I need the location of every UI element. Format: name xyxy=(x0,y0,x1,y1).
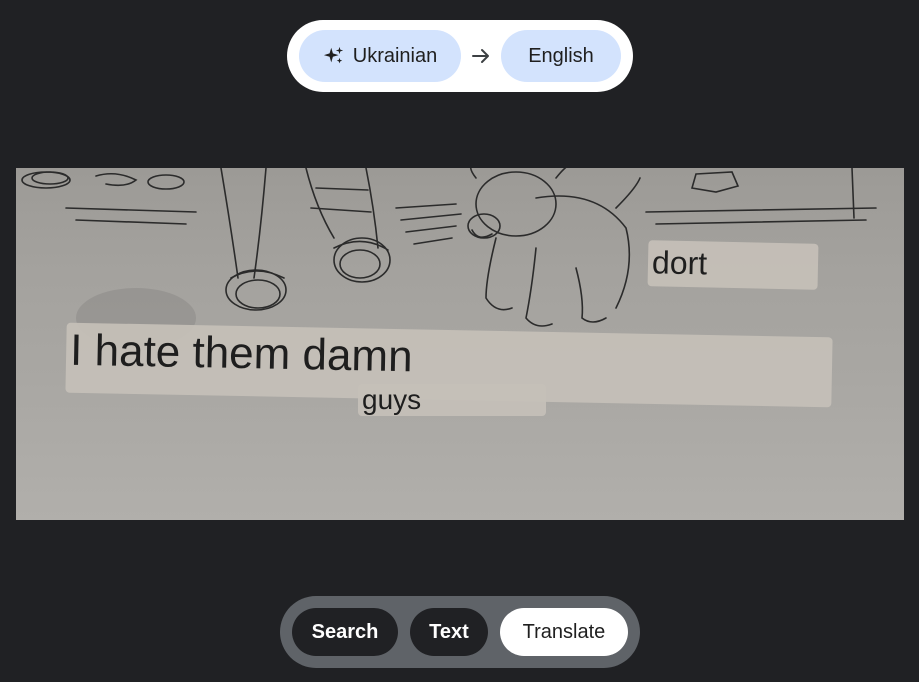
arrow-right-icon xyxy=(472,49,489,63)
text-mode-button[interactable]: Text xyxy=(410,608,488,656)
target-language-label: English xyxy=(528,44,594,67)
translated-text-overlay[interactable]: guys xyxy=(358,384,546,416)
language-selector-bar: Ukrainian English xyxy=(287,20,633,92)
translated-image: dort I hate them damn guys xyxy=(16,168,904,520)
translated-text-overlay[interactable]: dort xyxy=(647,240,819,290)
translate-mode-button[interactable]: Translate xyxy=(500,608,628,656)
source-language-label: Ukrainian xyxy=(352,44,438,67)
source-language-button[interactable]: Ukrainian xyxy=(299,30,461,82)
sparkle-icon xyxy=(323,46,343,64)
target-language-button[interactable]: English xyxy=(501,30,621,82)
search-mode-button[interactable]: Search xyxy=(292,608,398,656)
mode-switcher: Search Text Translate xyxy=(280,596,640,668)
